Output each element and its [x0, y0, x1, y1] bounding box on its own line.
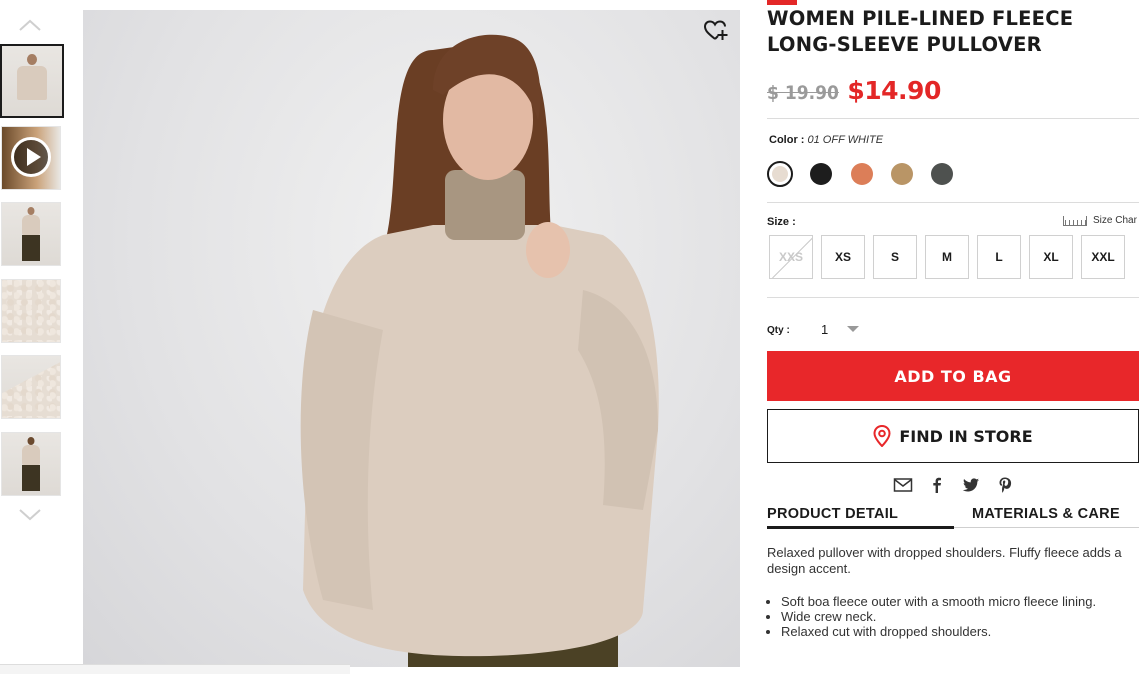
thumbnail-video[interactable]	[1, 126, 61, 190]
thumbnail-figure-head	[27, 437, 35, 445]
twitter-icon[interactable]	[961, 476, 981, 494]
product-tabs: PRODUCT DETAIL MATERIALS & CARE	[767, 506, 1139, 529]
find-in-store-button[interactable]: FIND IN STORE	[767, 409, 1139, 463]
thumbnail-front-view[interactable]	[0, 44, 64, 118]
main-product-image[interactable]	[83, 10, 740, 667]
thumbnail-hem-detail[interactable]	[1, 355, 61, 419]
fabric-texture	[2, 362, 60, 418]
product-title: WOMEN PILE-LINED FLEECE LONG-SLEEVE PULL…	[767, 7, 1074, 56]
feature-list: Soft boa fleece outer with a smooth micr…	[767, 594, 1139, 639]
mail-icon[interactable]	[893, 476, 913, 494]
thumbnail-figure	[27, 54, 37, 65]
size-chart-link[interactable]: Size Char	[1063, 215, 1137, 226]
thumbnail-figure-legs	[22, 235, 40, 261]
thumbnail-figure-body	[17, 66, 47, 100]
quantity-dropdown-icon[interactable]	[847, 326, 859, 332]
size-option-s[interactable]: S	[873, 235, 917, 279]
color-swatch-camel[interactable]	[891, 163, 913, 185]
divider	[767, 297, 1139, 298]
size-option-m[interactable]: M	[925, 235, 969, 279]
facebook-icon[interactable]	[927, 476, 947, 494]
find-in-store-label: FIND IN STORE	[899, 426, 1033, 446]
thumbnail-fabric-closeup[interactable]	[1, 279, 61, 343]
chevron-up-icon[interactable]	[18, 18, 42, 36]
feature-item: Relaxed cut with dropped shoulders.	[781, 624, 1139, 639]
price-block: $ 19.90 $14.90	[767, 76, 941, 105]
color-label: Color :	[769, 134, 805, 146]
thumbnail-back-view[interactable]	[1, 432, 61, 496]
tab-product-detail[interactable]: PRODUCT DETAIL	[767, 506, 898, 522]
ruler-icon	[1063, 215, 1087, 226]
divider	[767, 118, 1139, 119]
divider	[767, 202, 1139, 203]
chevron-down-icon[interactable]	[18, 508, 42, 526]
size-option-xxl[interactable]: XXL	[1081, 235, 1125, 279]
tab-materials-care[interactable]: MATERIALS & CARE	[972, 506, 1120, 522]
tab-underline	[954, 527, 1139, 528]
color-swatch-off-white[interactable]	[767, 161, 793, 187]
size-label: Size :	[767, 216, 796, 228]
product-description: Relaxed pullover with dropped shoulders.…	[767, 545, 1122, 576]
thumbnail-figure-body	[22, 215, 40, 235]
size-option-xxs[interactable]: XXS	[769, 235, 813, 279]
model-illustration	[300, 34, 659, 667]
quantity-label: Qty :	[767, 325, 790, 336]
color-label-row: Color : 01 OFF WHITE	[769, 134, 883, 146]
location-pin-icon	[873, 425, 891, 447]
feature-item: Wide crew neck.	[781, 609, 1139, 624]
thumbnail-full-body[interactable]	[1, 202, 61, 266]
quantity-select-value[interactable]: 1	[821, 322, 828, 337]
thumbnail-rail	[0, 0, 64, 673]
fabric-texture	[2, 280, 60, 342]
original-price: $ 19.90	[767, 82, 839, 104]
size-option-xs[interactable]: XS	[821, 235, 865, 279]
play-icon	[11, 137, 51, 177]
thumbnail-figure-head	[27, 207, 35, 215]
size-option-xl[interactable]: XL	[1029, 235, 1073, 279]
pinterest-icon[interactable]	[995, 476, 1015, 494]
size-chart-label: Size Char	[1093, 215, 1137, 226]
color-swatch-orange[interactable]	[851, 163, 873, 185]
thumbnail-figure-legs	[22, 465, 40, 491]
feature-item: Soft boa fleece outer with a smooth micr…	[781, 594, 1139, 609]
color-swatch-dark-gray[interactable]	[931, 163, 953, 185]
size-option-l[interactable]: L	[977, 235, 1021, 279]
add-to-bag-button[interactable]: ADD TO BAG	[767, 351, 1139, 401]
active-tab-indicator	[767, 526, 954, 529]
thumbnail-figure-body	[22, 445, 40, 465]
sale-price: $14.90	[847, 76, 941, 105]
sale-badge	[767, 0, 797, 5]
color-swatch-black[interactable]	[810, 163, 832, 185]
selected-color-value: 01 OFF WHITE	[807, 134, 884, 146]
share-icons	[893, 476, 1015, 494]
add-to-wishlist-heart-icon[interactable]	[703, 18, 729, 44]
